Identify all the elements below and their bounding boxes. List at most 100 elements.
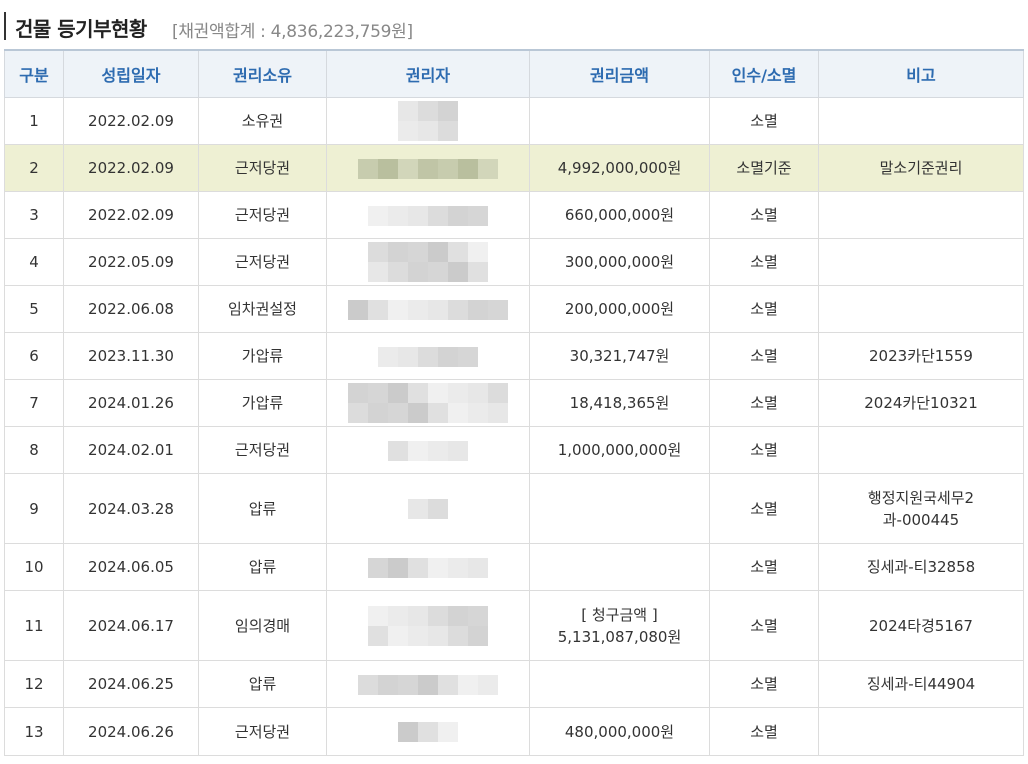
row-number: 5 [4, 285, 64, 333]
redacted-blur-block [378, 346, 478, 367]
establish-date-text: 2024.06.25 [88, 675, 174, 693]
status-text: 소멸 [750, 206, 778, 224]
note: 징세과-티32858 [818, 543, 1024, 591]
redacted-blur-block [368, 242, 488, 282]
right-amount-text: 480,000,000원 [564, 722, 675, 741]
table-row: 10 2024.06.05 압류 소멸 징세과-티32858 [4, 543, 1024, 591]
table-row: 2 2022.02.09 근저당권 4,992,000,000원 소멸기준 말소기준권리 [4, 144, 1024, 192]
row-number: 3 [4, 191, 64, 239]
status-text: 소멸 [750, 441, 778, 459]
status: 소멸기준 [709, 144, 819, 192]
right-type: 압류 [198, 660, 327, 708]
right-type-text: 근저당권 [234, 159, 291, 177]
column-header-note: 비고 [818, 49, 1024, 98]
claim-total-text: [채권액합계 : 4,836,223,759원] [172, 22, 413, 42]
right-type-text: 임의경매 [234, 616, 291, 635]
right-amount [529, 473, 710, 544]
table-row: 1 2022.02.09 소유권 소멸 [4, 97, 1024, 145]
status: 소멸 [709, 707, 819, 756]
note [818, 426, 1024, 474]
right-holder-redacted [326, 144, 530, 192]
right-type-text: 근저당권 [234, 206, 291, 224]
establish-date-text: 2024.02.01 [88, 441, 174, 459]
right-type: 임차권설정 [198, 285, 327, 333]
right-amount-text: 30,321,747원 [569, 347, 670, 365]
right-type-text: 소유권 [241, 112, 284, 130]
row-number: 9 [4, 473, 64, 544]
note-text: 2024카단10321 [864, 394, 978, 412]
right-amount-text: 18,418,365원 [569, 394, 670, 412]
table-row: 11 2024.06.17 임의경매 [ 청구금액 ] 5,131,087,080원 소멸… [4, 590, 1024, 661]
right-amount: 300,000,000원 [529, 238, 710, 286]
right-type: 근저당권 [198, 191, 327, 239]
right-amount: [ 청구금액 ] 5,131,087,080원 [529, 590, 710, 661]
right-type-text: 압류 [248, 499, 277, 518]
redacted-blur-block [368, 205, 488, 226]
right-amount-text: 300,000,000원 [564, 253, 675, 271]
redacted-blur-block [398, 722, 458, 742]
right-amount: 660,000,000원 [529, 191, 710, 239]
status: 소멸 [709, 543, 819, 591]
note-text: 징세과-티44904 [866, 675, 976, 693]
building-registry-table: 구분 성립일자 권리소유 권리자 권리금액 인수/소멸 비고 1 2022.02.… [4, 49, 1024, 756]
establish-date-text: 2024.06.05 [88, 558, 174, 576]
right-amount-text: 200,000,000원 [564, 300, 675, 318]
establish-date-text: 2024.03.28 [88, 499, 174, 518]
status-text: 소멸 [750, 616, 778, 635]
note: 2024카단10321 [818, 379, 1024, 427]
establish-date: 2024.06.26 [63, 707, 199, 756]
table-row: 4 2022.05.09 근저당권 300,000,000원 소멸 [4, 238, 1024, 286]
redacted-blur-block [388, 440, 468, 461]
row-number-text: 6 [29, 347, 39, 365]
status: 소멸 [709, 332, 819, 380]
note [818, 285, 1024, 333]
right-type-text: 가압류 [241, 394, 284, 412]
establish-date: 2024.06.25 [63, 660, 199, 708]
table-row: 7 2024.01.26 가압류 18,418,365원 소멸 2024카단10321 [4, 379, 1024, 427]
row-number: 8 [4, 426, 64, 474]
status: 소멸 [709, 97, 819, 145]
right-amount-text: [ 청구금액 ] [581, 605, 658, 624]
establish-date-text: 2022.02.09 [88, 206, 174, 224]
row-number-text: 9 [29, 499, 39, 518]
right-type-text: 임차권설정 [227, 300, 297, 318]
section-header: 건물 등기부현황 [채권액합계 : 4,836,223,759원] [4, 0, 1024, 47]
right-type-text: 압류 [248, 675, 277, 693]
status-text: 소멸기준 [736, 159, 792, 177]
right-amount-text: 4,992,000,000원 [557, 159, 682, 177]
right-amount-text: 660,000,000원 [564, 206, 675, 224]
row-number-text: 8 [29, 441, 39, 459]
note [818, 238, 1024, 286]
establish-date: 2022.05.09 [63, 238, 199, 286]
row-number: 12 [4, 660, 64, 708]
right-amount [529, 660, 710, 708]
table-row: 13 2024.06.26 근저당권 480,000,000원 소멸 [4, 707, 1024, 756]
row-number-text: 2 [29, 159, 39, 177]
column-header-amount: 권리금액 [529, 49, 710, 98]
section-title: 건물 등기부현황 [15, 17, 147, 41]
establish-date: 2024.06.17 [63, 590, 199, 661]
establish-date: 2024.01.26 [63, 379, 199, 427]
right-holder-redacted [326, 543, 530, 591]
note: 징세과-티44904 [818, 660, 1024, 708]
note: 말소기준권리 [818, 144, 1024, 192]
status: 소멸 [709, 238, 819, 286]
title-marker [4, 12, 6, 40]
right-holder-redacted [326, 191, 530, 239]
note-text: 징세과-티32858 [866, 558, 976, 576]
note-text: 말소기준권리 [879, 159, 963, 177]
right-holder-redacted [326, 379, 530, 427]
note [818, 191, 1024, 239]
status-text: 소멸 [750, 112, 778, 130]
table-row: 5 2022.06.08 임차권설정 200,000,000원 소멸 [4, 285, 1024, 333]
note: 2024타경5167 [818, 590, 1024, 661]
right-holder-redacted [326, 707, 530, 756]
redacted-blur-block [358, 158, 498, 179]
row-number: 7 [4, 379, 64, 427]
row-number-text: 11 [24, 616, 44, 635]
right-holder-redacted [326, 590, 530, 661]
right-amount [529, 543, 710, 591]
redacted-blur-block [398, 101, 458, 141]
table-row: 12 2024.06.25 압류 소멸 징세과-티44904 [4, 660, 1024, 708]
right-type-text: 근저당권 [234, 722, 291, 741]
